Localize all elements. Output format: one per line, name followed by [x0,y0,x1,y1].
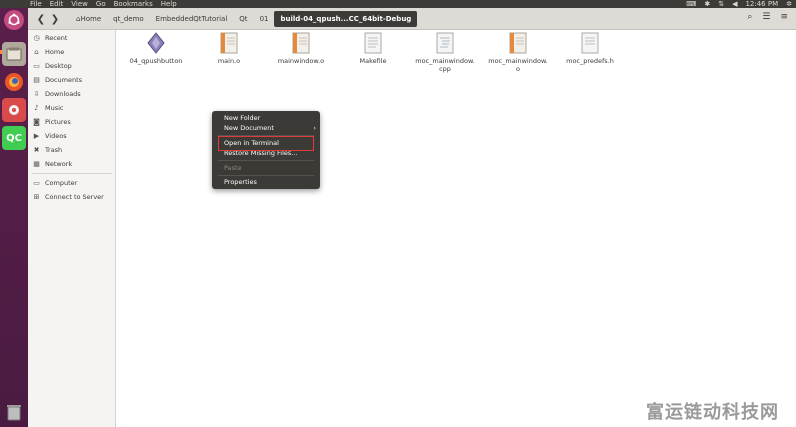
bluetooth-icon[interactable]: ✱ [704,0,710,8]
menu-separator [218,175,314,176]
chevron-right-icon: › [313,124,316,132]
sidebar-item-home[interactable]: ⌂ Home [32,46,64,58]
home-icon: ⌂ [34,48,39,56]
gear-icon[interactable]: ✲ [786,0,792,8]
text-file-icon [364,32,382,54]
file-item[interactable]: moc_predefs.h [553,32,627,65]
file-view[interactable]: 04_qpushbutton main.o mainwindow.o Makef… [117,30,796,427]
chevron-left-icon: ❮ [36,13,46,25]
source-file-icon [436,32,454,54]
volume-icon[interactable]: ◀ [732,0,737,8]
object-file-icon [292,32,310,54]
clock[interactable]: 12:46 PM [745,0,778,8]
crumb-home[interactable]: ⌂Home [70,11,107,27]
document-icon: ▤ [33,76,40,84]
watermark: 富运链动科技网 [646,402,779,423]
sidebar-item-videos[interactable]: ▶ Videos [32,130,67,142]
menu-view[interactable]: View [71,0,88,8]
menu-item-new-document[interactable]: New Document › [212,123,320,133]
toolbar: ❮ ❯ ⌂Home qt_demo EmbeddedQtTutorial Qt … [28,8,796,30]
header-file-icon [581,32,599,54]
crumb-01[interactable]: 01 [254,11,275,27]
toolbar-actions: ⌕ ☰ ≡ [747,12,788,26]
sidebar-item-pictures[interactable]: ◙ Pictures [32,116,71,128]
object-file-icon [509,32,527,54]
files-app-icon[interactable] [2,42,26,66]
forward-button[interactable]: ❯ [48,12,62,26]
menu-bookmarks[interactable]: Bookmarks [114,0,153,8]
sidebar-item-desktop[interactable]: ▭ Desktop [32,60,72,72]
object-file-icon [220,32,238,54]
file-item[interactable]: moc_mainwindow. o [481,32,555,73]
menu-edit[interactable]: Edit [50,0,64,8]
trash-icon: ✖ [33,146,40,154]
crumb-qt-demo[interactable]: qt_demo [107,11,150,27]
file-item[interactable]: 04_qpushbutton [119,32,193,65]
sidebar-item-computer[interactable]: ▭ Computer [32,177,77,189]
download-icon: ⇩ [33,90,40,98]
sidebar-item-network[interactable]: ▦ Network [32,158,72,170]
menu-separator [218,160,314,161]
crumb-current[interactable]: build-04_qpush...CC_64bit-Debug [274,11,418,27]
file-item[interactable]: mainwindow.o [264,32,338,65]
system-tray: ⌨ ✱ ⇅ ◀ 12:46 PM ✲ [686,0,792,8]
crumb-embedded[interactable]: EmbeddedQtTutorial [150,11,234,27]
places-sidebar: ◷ Recent ⌂ Home ▭ Desktop ▤ Documents ⇩ Downl… [28,30,116,427]
ubuntu-logo-icon[interactable] [4,10,24,30]
breadcrumb: ⌂Home qt_demo EmbeddedQtTutorial Qt 01 b… [70,11,418,27]
sidebar-item-downloads[interactable]: ⇩ Downloads [32,88,81,100]
camera-icon: ◙ [33,118,40,126]
file-item[interactable]: moc_mainwindow. cpp [408,32,482,73]
launcher: QC [0,8,28,427]
chevron-right-icon: ❯ [50,13,60,25]
menu-item-new-folder[interactable]: New Folder [212,113,320,123]
top-panel: File Edit View Go Bookmarks Help ⌨ ✱ ⇅ ◀… [0,0,796,8]
search-icon[interactable]: ⌕ [747,12,752,26]
sidebar-item-connect-server[interactable]: ⊞ Connect to Server [32,191,104,203]
server-icon: ⊞ [33,193,40,201]
back-button[interactable]: ❮ [34,12,48,26]
menu-help[interactable]: Help [161,0,177,8]
executable-icon [147,32,165,54]
sidebar-item-music[interactable]: ♪ Music [32,102,63,114]
sidebar-divider [32,173,112,174]
list-view-icon[interactable]: ☰ [762,12,770,26]
network-icon[interactable]: ⇅ [718,0,724,8]
file-item[interactable]: main.o [192,32,266,65]
menu-bar: File Edit View Go Bookmarks Help [30,0,177,8]
video-icon: ▶ [33,132,40,140]
network-icon: ▦ [33,160,40,168]
menu-icon[interactable]: ≡ [780,12,788,26]
folder-icon: ▭ [33,62,40,70]
settings-app-icon[interactable] [2,98,26,122]
trash-launcher-icon[interactable] [2,400,26,424]
menu-item-properties[interactable]: Properties [212,177,320,187]
keyboard-icon[interactable]: ⌨ [686,0,696,8]
sidebar-item-trash[interactable]: ✖ Trash [32,144,63,156]
computer-icon: ▭ [33,179,40,187]
clock-icon: ◷ [33,34,40,42]
firefox-icon[interactable] [2,70,26,94]
menu-go[interactable]: Go [96,0,106,8]
annotation-highlight-box [218,136,314,151]
music-icon: ♪ [34,104,39,112]
crumb-qt[interactable]: Qt [233,11,253,27]
file-item[interactable]: Makefile [336,32,410,65]
menu-file[interactable]: File [30,0,42,8]
sidebar-item-documents[interactable]: ▤ Documents [32,74,82,86]
qt-creator-icon[interactable]: QC [2,126,26,150]
menu-item-paste: Paste [224,164,242,172]
sidebar-item-recent[interactable]: ◷ Recent [32,32,67,44]
